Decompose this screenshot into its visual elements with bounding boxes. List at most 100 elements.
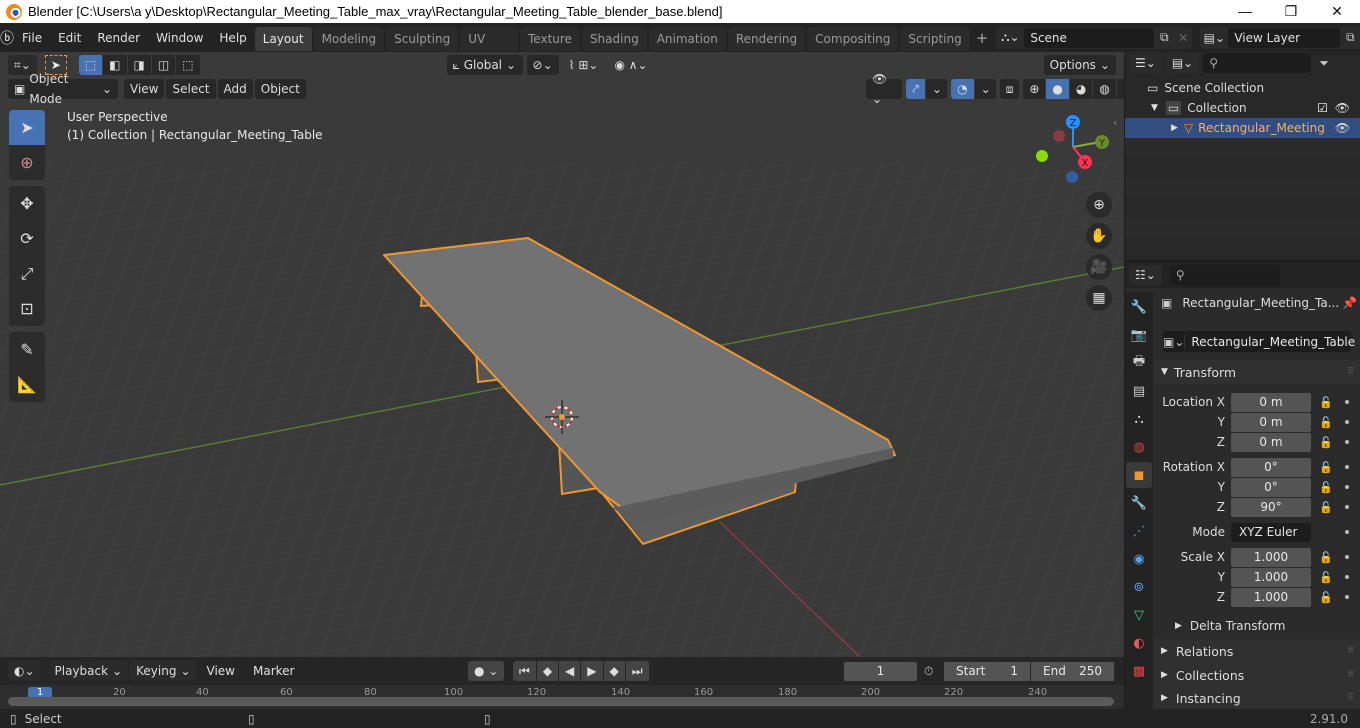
keyframe-dot[interactable] (1345, 555, 1349, 559)
view-layer-icon[interactable]: ▤⌄ (1200, 31, 1228, 45)
lock-icon[interactable]: 🔓 (1319, 501, 1335, 514)
drag-handle-icon[interactable]: ⠿ (1347, 670, 1354, 680)
outliner-search-input[interactable]: ⚲ (1203, 53, 1312, 73)
timer-icon[interactable]: ⏱ (924, 664, 942, 679)
gizmo-neg-x[interactable] (1053, 130, 1065, 142)
current-frame-field[interactable]: 1 (844, 661, 917, 681)
lock-icon[interactable]: 🔓 (1319, 551, 1335, 564)
lock-icon[interactable]: 🔓 (1319, 396, 1335, 409)
keyframe-dot[interactable] (1345, 505, 1349, 509)
play-reverse-button[interactable]: ◀ (559, 661, 581, 681)
gizmo-dropdown[interactable]: ⌄ (925, 79, 948, 99)
lock-icon[interactable]: 🔓 (1319, 461, 1335, 474)
properties-search-input[interactable]: ⚲ (1169, 265, 1280, 285)
options-dropdown[interactable]: Options ⌄ (1043, 54, 1116, 75)
scale-tool[interactable]: ⤢ (9, 256, 45, 291)
tab-uv-editing[interactable]: UV Editing (460, 27, 518, 70)
gizmo-neg-y[interactable] (1036, 150, 1048, 162)
filter-icon[interactable]: ⏷ (1319, 56, 1329, 71)
expand-arrow-icon[interactable]: ▶ (1171, 123, 1178, 133)
delete-scene-icon[interactable]: ✕ (1174, 31, 1192, 45)
lock-icon[interactable]: 🔓 (1319, 571, 1335, 584)
start-frame-field[interactable]: Start 1 (944, 661, 1030, 681)
mode-extend-icon[interactable]: ◧ (103, 54, 127, 75)
lock-icon[interactable]: 🔓 (1319, 591, 1335, 604)
prev-keyframe-button[interactable]: ◆ (536, 661, 559, 681)
tab-data[interactable]: ▽ (1126, 602, 1152, 628)
keyframe-dot[interactable] (1345, 420, 1349, 424)
mode-intersect-icon[interactable]: ⬚ (176, 54, 200, 75)
new-scene-icon[interactable]: ⧉ (1154, 30, 1174, 45)
jump-start-button[interactable]: ⏮ (513, 661, 536, 681)
tab-view-layer[interactable]: ▤ (1126, 378, 1152, 404)
marker-menu[interactable]: Marker (245, 658, 302, 684)
drag-handle-icon[interactable]: ⠿ (1347, 367, 1354, 377)
snap-toggle[interactable]: ⌇ ⊞⌄ (562, 54, 605, 75)
tab-tool[interactable]: 🔧 (1126, 294, 1152, 320)
object-name-input[interactable]: Rectangular_Meeting_Table (1185, 335, 1355, 349)
play-button[interactable]: ▶ (581, 661, 603, 681)
keyframe-dot[interactable] (1345, 400, 1349, 404)
shading-solid-icon[interactable]: ● (1046, 79, 1069, 99)
playback-menu[interactable]: Playback ⌄ (48, 661, 129, 681)
rotation-mode-dropdown[interactable]: XYZ Euler ⌄ (1231, 522, 1311, 558)
visibility-dropdown[interactable]: 👁⌄ (866, 72, 903, 106)
tab-physics[interactable]: ◉ (1126, 546, 1152, 572)
select-box-tool[interactable]: ➤ (9, 110, 45, 145)
tab-sculpting[interactable]: Sculpting (386, 27, 459, 51)
tab-render[interactable]: 📷 (1126, 322, 1152, 348)
outliner-collection[interactable]: ▼ ▭ Collection ☑ 👁 (1125, 98, 1360, 118)
overlay-toggle[interactable]: ◔ (951, 79, 974, 99)
new-view-layer-icon[interactable]: ⧉ (1340, 30, 1360, 45)
keyframe-dot[interactable] (1345, 530, 1349, 534)
navigation-gizmo[interactable]: Z Y X (1030, 114, 1120, 194)
overlay-dropdown[interactable]: ⌄ (974, 79, 996, 99)
tab-object[interactable]: ◼ (1126, 462, 1152, 488)
timeline-view-menu[interactable]: View (199, 658, 243, 684)
delta-transform-subpanel[interactable]: ▶ Delta Transform (1175, 619, 1285, 633)
view-menu[interactable]: View (124, 79, 165, 99)
drag-handle-icon[interactable]: ⠿ (1347, 693, 1354, 703)
object-type-dropdown[interactable]: ▣⌄ (1163, 334, 1186, 349)
outliner-scene-collection[interactable]: ▭ Scene Collection (1125, 78, 1360, 98)
tab-material[interactable]: ◐ (1126, 630, 1152, 656)
keyframe-dot[interactable] (1345, 575, 1349, 579)
gizmo-toggle[interactable]: ⤤ (906, 79, 925, 99)
location-y-field[interactable]: 0 m (1231, 412, 1311, 432)
shading-material-icon[interactable]: ◕ (1069, 79, 1093, 99)
perspective-toggle-button[interactable]: ▦ (1086, 285, 1112, 311)
tab-modifiers[interactable]: 🔧 (1126, 490, 1152, 516)
tab-scripting[interactable]: Scripting (900, 27, 970, 51)
menu-window[interactable]: Window (148, 25, 211, 51)
pan-button[interactable]: ✋ (1086, 223, 1112, 249)
tab-world[interactable]: ◍ (1126, 434, 1152, 460)
rotate-tool[interactable]: ⟳ (9, 221, 45, 256)
tab-output[interactable]: 🖶 (1126, 350, 1152, 376)
object-menu[interactable]: Object (254, 79, 306, 99)
tab-texture-paint[interactable]: Texture Paint (520, 27, 580, 70)
location-x-field[interactable]: 0 m (1231, 392, 1311, 412)
timeline-editor-type[interactable]: ◐⌄ (8, 661, 41, 681)
sidebar-toggle-icon[interactable]: ‹ (1113, 116, 1117, 129)
jump-end-button[interactable]: ⏭ (625, 661, 649, 681)
tab-texture[interactable]: ▩ (1126, 658, 1152, 684)
proportional-editing-toggle[interactable]: ◉ ∧⌄ (608, 54, 654, 75)
xray-toggle[interactable]: ⧈ (999, 79, 1020, 99)
minimize-button[interactable]: — (1222, 0, 1268, 23)
scale-x-field[interactable]: 1.000 (1231, 547, 1311, 567)
lock-icon[interactable]: 🔓 (1319, 481, 1335, 494)
tab-compositing[interactable]: Compositing (807, 27, 899, 51)
outliner-object-row[interactable]: ▶ ▽ Rectangular_Meeting 👁 (1125, 118, 1360, 138)
zoom-button[interactable]: ⊕ (1086, 192, 1112, 218)
tab-rendering[interactable]: Rendering (727, 27, 806, 51)
mode-invert-icon[interactable]: ◫ (151, 54, 176, 75)
timeline-scrollbar[interactable] (8, 697, 1114, 706)
cursor-tool[interactable]: ⊕ (9, 145, 45, 180)
tab-modeling[interactable]: Modeling (313, 27, 385, 51)
location-z-field[interactable]: 0 m (1231, 432, 1311, 452)
view-layer-name-field[interactable]: View Layer (1228, 27, 1341, 48)
timeline-ruler[interactable]: 1 20 40 60 80 100 120 140 160 180 200 22… (0, 685, 1124, 709)
camera-view-button[interactable]: 🎥 (1086, 254, 1112, 280)
tab-particles[interactable]: ⋰ (1126, 518, 1152, 544)
menu-help[interactable]: Help (211, 25, 254, 51)
